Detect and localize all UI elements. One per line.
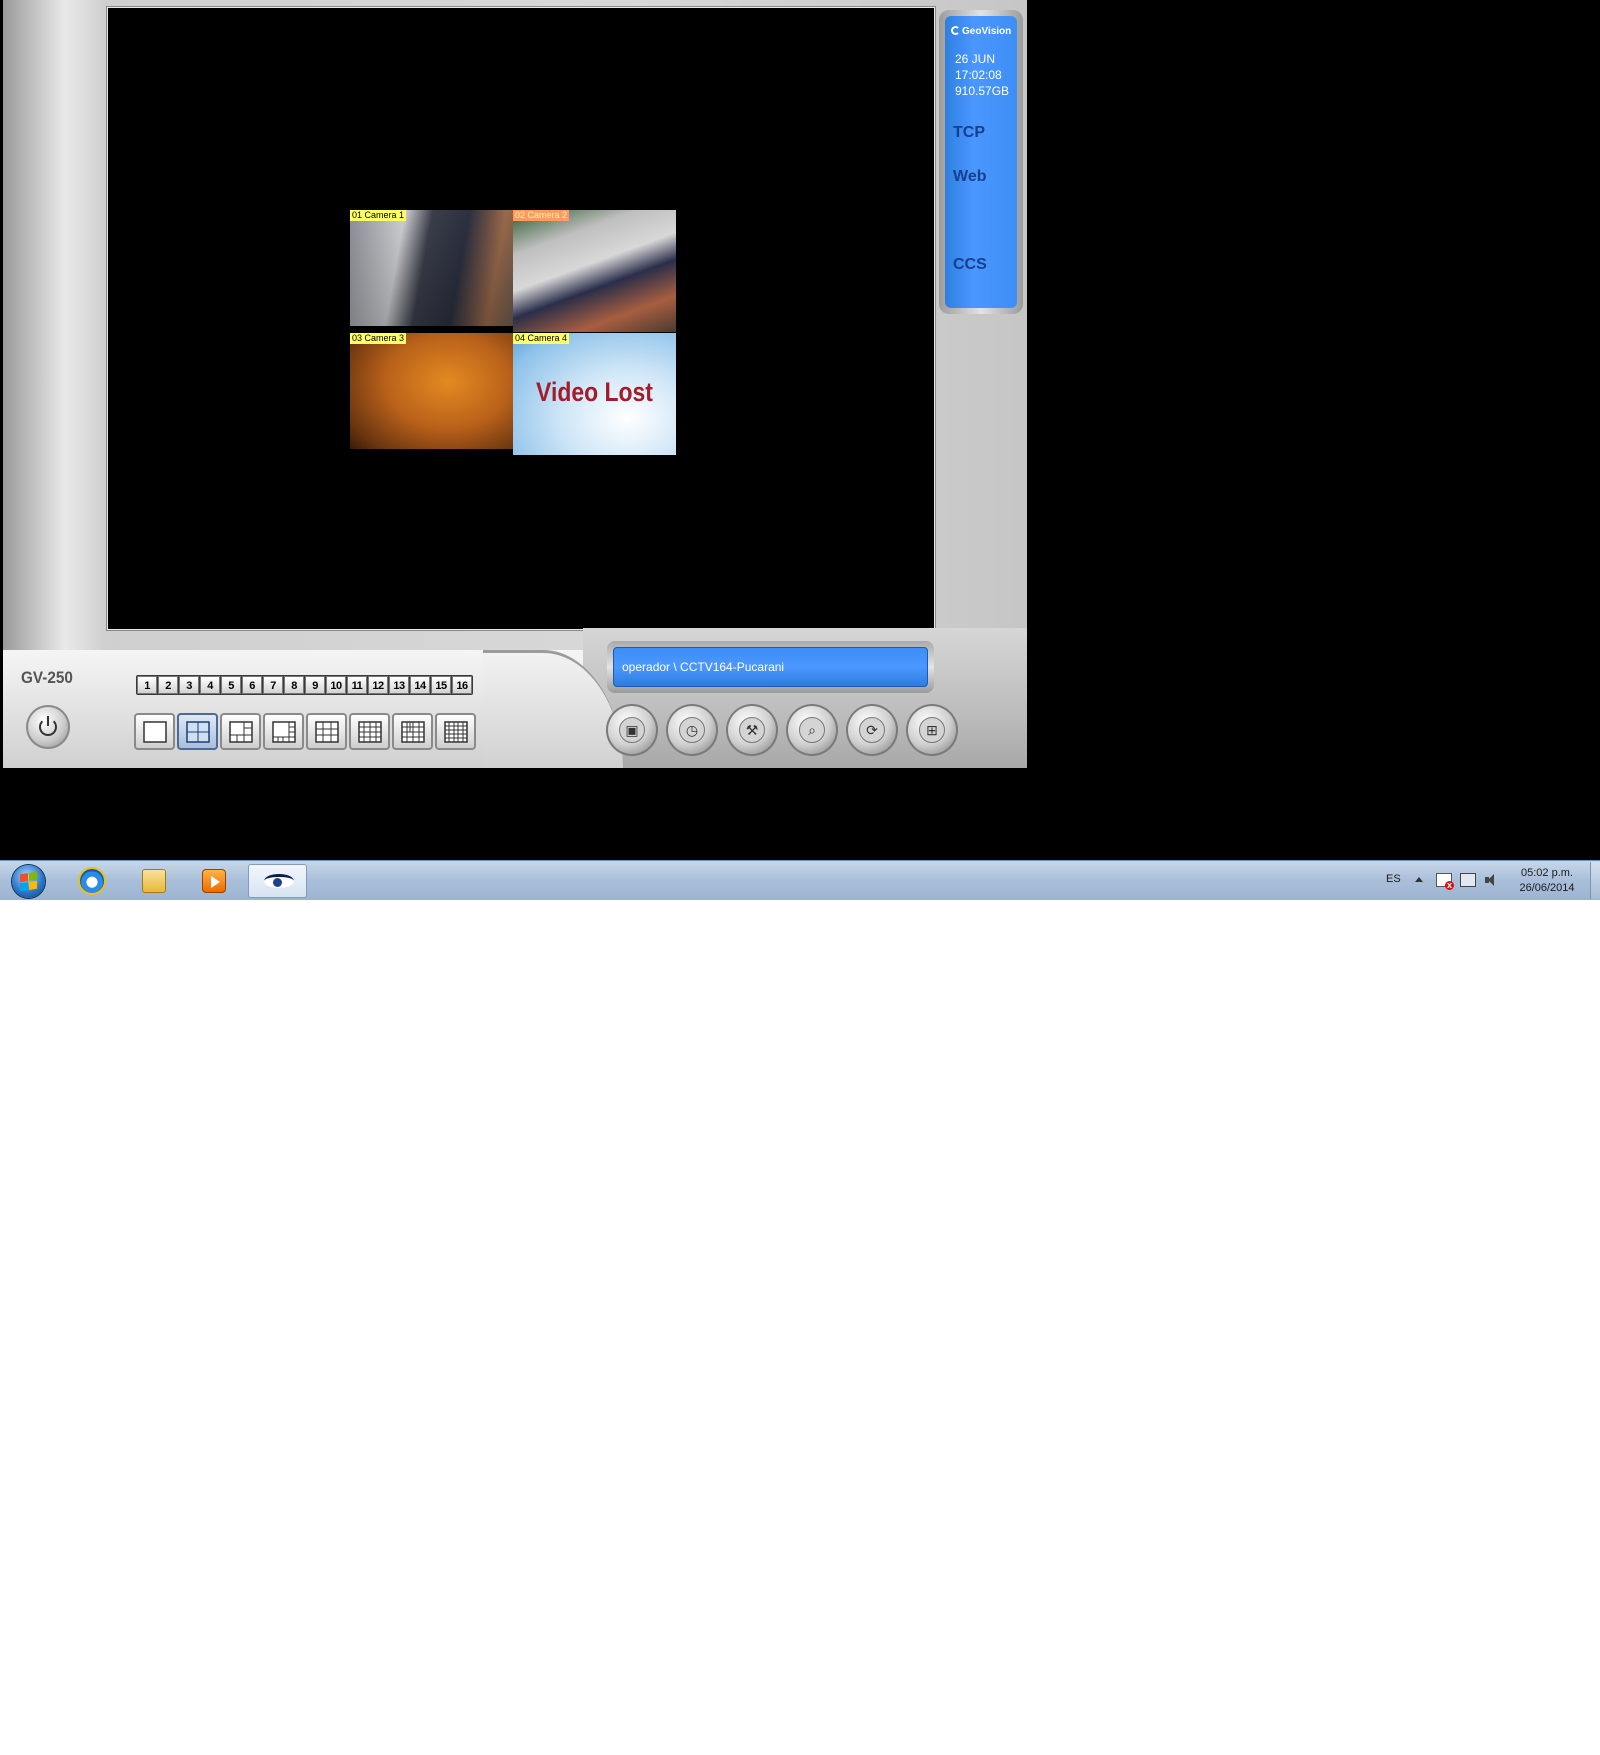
camera-3-label: 03 Camera 3: [350, 333, 407, 344]
brand-name: GeoVision: [962, 26, 1012, 37]
layout-4x4-button[interactable]: [392, 713, 433, 750]
dvr-app-icon: [264, 874, 294, 888]
camera-8-button[interactable]: 8: [284, 676, 304, 694]
network-icon[interactable]: [1460, 873, 1476, 887]
layout-1plus5-icon: [229, 721, 253, 743]
taskbar-media-player[interactable]: [186, 864, 242, 898]
layout-3x3-button[interactable]: [306, 713, 347, 750]
camera-2-button[interactable]: 2: [158, 676, 178, 694]
taskbar-windows-explorer[interactable]: [126, 864, 182, 898]
layout-1x1-icon: [143, 721, 167, 743]
media-player-icon: [202, 869, 226, 893]
tcp-service-indicator[interactable]: TCP: [953, 124, 985, 142]
layout-1plus7-icon: [272, 721, 296, 743]
camera-13-button[interactable]: 13: [389, 676, 409, 694]
camera-number-buttons: 1 2 3 4 5 6 7 8 9 10 11 12 13 14 15 16: [136, 675, 473, 695]
status-panel: GeoVision 26 JUN 17:02:08 910.57GB TCP W…: [939, 10, 1023, 314]
camera-1-view[interactable]: 01 Camera 1: [350, 210, 513, 332]
show-hidden-icons-arrow-icon[interactable]: [1415, 877, 1423, 882]
status-date: 26 JUN: [955, 52, 996, 66]
layout-2x2-button[interactable]: [177, 713, 218, 750]
schedule-icon: ◷: [679, 717, 705, 743]
geovision-logo-icon: [951, 26, 960, 35]
schedule-button[interactable]: ◷: [666, 704, 718, 756]
remote-icon: ⊞: [919, 717, 945, 743]
layout-buttons: [134, 713, 476, 750]
camera-15-button[interactable]: 15: [431, 676, 451, 694]
language-indicator[interactable]: ES: [1386, 873, 1401, 885]
camera-16-button[interactable]: 16: [452, 676, 472, 694]
start-button[interactable]: [8, 864, 50, 898]
taskbar-internet-explorer[interactable]: [64, 864, 120, 898]
camera-config-icon: ▣: [619, 717, 645, 743]
camera-10-button[interactable]: 10: [326, 676, 346, 694]
windows-flag-icon: [20, 871, 37, 892]
layout-1plus5-button[interactable]: [220, 713, 261, 750]
action-center-flag-icon[interactable]: [1436, 873, 1454, 890]
taskbar-dvr-app[interactable]: [248, 864, 307, 898]
layout-5x5-icon: [444, 721, 468, 743]
internet-explorer-icon: [80, 869, 104, 893]
camera-14-button[interactable]: 14: [410, 676, 430, 694]
camera-7-button[interactable]: 7: [263, 676, 283, 694]
windows-explorer-icon: [142, 869, 166, 893]
camera-3-view[interactable]: 03 Camera 3: [350, 333, 513, 455]
tool-buttons: ▣ ◷ ⚒ ⌕ ⟳ ⊞: [606, 704, 958, 756]
user-display-screen: operador \ CCTV164-Pucarani: [613, 647, 928, 687]
power-icon: [39, 716, 57, 736]
video-display-area: 01 Camera 1 02 Camera 2 03 Camera 3 04 C…: [107, 7, 935, 630]
search-playback-button[interactable]: ⌕: [786, 704, 838, 756]
camera-3-button[interactable]: 3: [179, 676, 199, 694]
camera-6-button[interactable]: 6: [242, 676, 262, 694]
camera-4-view[interactable]: 04 Camera 4 Video Lost: [513, 333, 676, 455]
layout-5x5-button[interactable]: [435, 713, 476, 750]
camera-12-button[interactable]: 12: [368, 676, 388, 694]
layout-2x2-icon: [186, 721, 210, 743]
tools-button[interactable]: ⚒: [726, 704, 778, 756]
model-label: GV-250: [21, 668, 73, 687]
dvr-main-window: 01 Camera 1 02 Camera 2 03 Camera 3 04 C…: [3, 0, 1027, 768]
network-icon: ⟳: [859, 717, 885, 743]
layout-1x1-button[interactable]: [134, 713, 175, 750]
camera-config-button[interactable]: ▣: [606, 704, 658, 756]
camera-1-button[interactable]: 1: [137, 676, 157, 694]
camera-11-button[interactable]: 11: [347, 676, 367, 694]
ccs-service-indicator[interactable]: CCS: [953, 256, 987, 274]
system-clock[interactable]: 05:02 p.m. 26/06/2014: [1504, 866, 1590, 896]
camera-1-strip: [350, 326, 513, 332]
web-service-indicator[interactable]: Web: [953, 168, 986, 186]
clock-date: 26/06/2014: [1519, 882, 1575, 894]
layout-4x4-icon: [401, 721, 425, 743]
layout-1plus12-icon: [358, 721, 382, 743]
brand-logo: GeoVision: [951, 26, 1011, 37]
user-host-text: operador \ CCTV164-Pucarani: [622, 660, 785, 674]
network-button[interactable]: ⟳: [846, 704, 898, 756]
layout-1plus7-button[interactable]: [263, 713, 304, 750]
desktop: 01 Camera 1 02 Camera 2 03 Camera 3 04 C…: [0, 0, 1600, 860]
user-display: operador \ CCTV164-Pucarani: [607, 641, 934, 693]
status-disk-space: 910.57GB: [955, 84, 1010, 98]
layout-1plus12-button[interactable]: [349, 713, 390, 750]
status-time: 17:02:08: [955, 68, 1002, 82]
remote-button[interactable]: ⊞: [906, 704, 958, 756]
layout-3x3-icon: [315, 721, 339, 743]
search-playback-icon: ⌕: [799, 717, 825, 743]
show-desktop-button[interactable]: [1590, 862, 1600, 899]
camera-4-label: 04 Camera 4: [513, 333, 570, 344]
clock-time: 05:02 p.m.: [1521, 867, 1573, 879]
volume-icon[interactable]: [1484, 873, 1500, 887]
camera-5-button[interactable]: 5: [221, 676, 241, 694]
camera-2-view[interactable]: 02 Camera 2: [513, 210, 676, 332]
video-lost-message: Video Lost: [536, 377, 653, 407]
camera-1-label: 01 Camera 1: [350, 210, 407, 221]
camera-9-button[interactable]: 9: [305, 676, 325, 694]
camera-3-strip: [350, 449, 513, 455]
status-panel-display: GeoVision 26 JUN 17:02:08 910.57GB TCP W…: [945, 16, 1017, 308]
camera-2-label: 02 Camera 2: [513, 210, 570, 221]
camera-4-button[interactable]: 4: [200, 676, 220, 694]
tools-icon: ⚒: [739, 717, 765, 743]
taskbar: ES 05:02 p.m. 26/06/2014: [0, 860, 1600, 900]
power-button[interactable]: [26, 705, 70, 749]
